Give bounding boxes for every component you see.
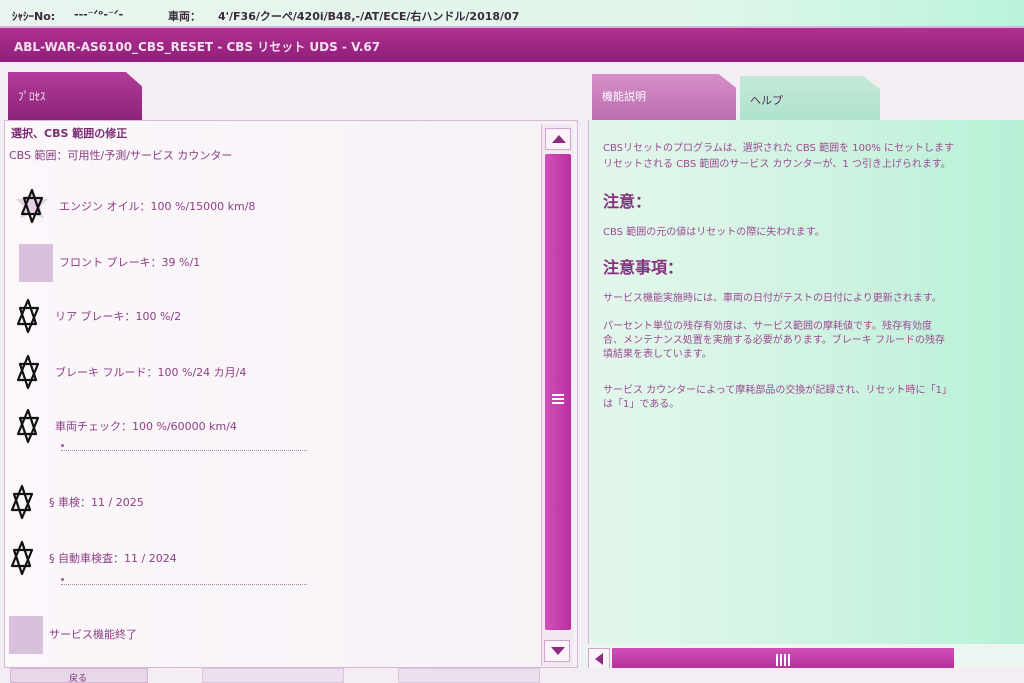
- scroll-left-icon[interactable]: [588, 648, 610, 670]
- cbs-item-front-brake[interactable]: フロント ブレーキ：39 %/1: [13, 243, 533, 283]
- bottom-button-bar: 戻る: [0, 668, 1024, 683]
- star-icon: [3, 539, 41, 577]
- note-1: サービス機能実施時には、車両の日付がテストの日付により更新されます。: [603, 293, 942, 304]
- process-panel: 選択、CBS 範囲の修正 CBS 範囲：可用性/予測/サービス カウンター エン…: [4, 120, 578, 668]
- back-button-label: 戻る: [69, 674, 88, 683]
- bottom-button-slot[interactable]: [398, 668, 540, 683]
- chassis-value: ---⁻ᐟᵒ-⁻ᐟ-: [74, 8, 124, 21]
- help-intro-line2: リセットされる CBS 範囲のサービス カウンターが、1 つ引き上げられます。: [603, 159, 951, 170]
- panel-subheading: CBS 範囲：可用性/予測/サービス カウンター: [9, 149, 233, 162]
- tab-process[interactable]: ﾌﾟﾛｾｽ: [8, 72, 142, 120]
- cbs-item-label: エンジン オイル：100 %/15000 km/8: [59, 200, 256, 213]
- grip-icon: [552, 394, 564, 406]
- grip-icon: [776, 654, 790, 666]
- cbs-item-label: ブレーキ フルード：100 %/24 カ月/4: [55, 366, 247, 379]
- cbs-item-label: フロント ブレーキ：39 %/1: [59, 256, 201, 269]
- tab-function-description[interactable]: 機能説明: [592, 74, 736, 120]
- note-3-line1: サービス カウンターによって摩耗部品の交換が記録され、リセット時に「1」: [603, 385, 952, 396]
- vertical-scrollbar[interactable]: [541, 124, 573, 666]
- caution-text: CBS 範囲の元の値はリセットの際に失われます。: [603, 227, 825, 238]
- cbs-item-engine-oil[interactable]: エンジン オイル：100 %/15000 km/8: [13, 187, 533, 227]
- star-icon: [13, 187, 51, 225]
- back-button[interactable]: 戻る: [10, 668, 148, 683]
- window-title-bar: ABL-WAR-AS6100_CBS_RESET - CBS リセット UDS …: [0, 28, 1024, 62]
- panel-heading: 選択、CBS 範囲の修正: [11, 127, 128, 140]
- vehicle-label: 車両：: [168, 10, 201, 23]
- note-3-line2: は「1」である。: [603, 399, 680, 410]
- help-panel: CBSリセットのプログラムは、選択された CBS 範囲を 100% にセットしま…: [588, 120, 1024, 648]
- tab-help-label: ヘルプ: [750, 94, 783, 107]
- scroll-up-icon[interactable]: [545, 128, 571, 150]
- caution-heading: 注意：: [603, 192, 652, 211]
- vehicle-value: 4'/F36/クーペ/420i/B48,-/AT/ECE/右ハンドル/2018/…: [218, 10, 520, 23]
- scroll-thumb[interactable]: [545, 154, 571, 630]
- star-icon: [9, 297, 47, 335]
- help-intro-line1: CBSリセットのプログラムは、選択された CBS 範囲を 100% にセットしま…: [603, 143, 955, 154]
- dotted-separator: [61, 575, 307, 585]
- vehicle-info-bar: ｼｬｼｰNo: ---⁻ᐟᵒ-⁻ᐟ- 車両： 4'/F36/クーペ/420i/B…: [0, 0, 1024, 28]
- cbs-item-vehicle-inspection[interactable]: § 自動車検査：11 / 2024: [3, 539, 523, 579]
- cbs-item-inspection[interactable]: § 車検：11 / 2025: [3, 483, 523, 523]
- star-icon: [3, 483, 41, 521]
- cbs-item-label: サービス機能終了: [49, 628, 137, 641]
- bottom-button-slot[interactable]: [202, 668, 344, 683]
- note-2-line3: 填結果を表しています。: [603, 349, 712, 360]
- note-2-line1: パーセント単位の残存有効度は、サービス範囲の摩耗値です。残存有効度: [603, 321, 932, 332]
- service-function-end[interactable]: サービス機能終了: [3, 615, 523, 655]
- chassis-label: ｼｬｼｰNo:: [12, 10, 56, 23]
- cbs-item-rear-brake[interactable]: リア ブレーキ：100 %/2: [9, 297, 529, 337]
- star-icon: [9, 407, 47, 445]
- checkbox[interactable]: [9, 616, 43, 654]
- notes-heading: 注意事項：: [603, 258, 684, 277]
- note-2-line2: 合、メンテナンス処置を実施する必要があります。ブレーキ フルードの残存: [603, 335, 945, 346]
- cbs-item-brake-fluid[interactable]: ブレーキ フルード：100 %/24 カ月/4: [9, 353, 529, 393]
- cbs-item-label: § 自動車検査：11 / 2024: [49, 552, 177, 565]
- scroll-down-icon[interactable]: [544, 640, 570, 662]
- cbs-item-label: 車両チェック：100 %/60000 km/4: [55, 420, 237, 433]
- window-title: ABL-WAR-AS6100_CBS_RESET - CBS リセット UDS …: [14, 40, 381, 54]
- dotted-separator: [61, 441, 307, 451]
- tab-function-description-label: 機能説明: [602, 90, 646, 103]
- cbs-item-label: リア ブレーキ：100 %/2: [55, 310, 182, 323]
- checkbox[interactable]: [19, 244, 53, 282]
- tab-process-label: ﾌﾟﾛｾｽ: [18, 90, 46, 103]
- cbs-item-label: § 車検：11 / 2025: [49, 496, 144, 509]
- tab-help[interactable]: ヘルプ: [740, 76, 880, 120]
- star-icon: [9, 353, 47, 391]
